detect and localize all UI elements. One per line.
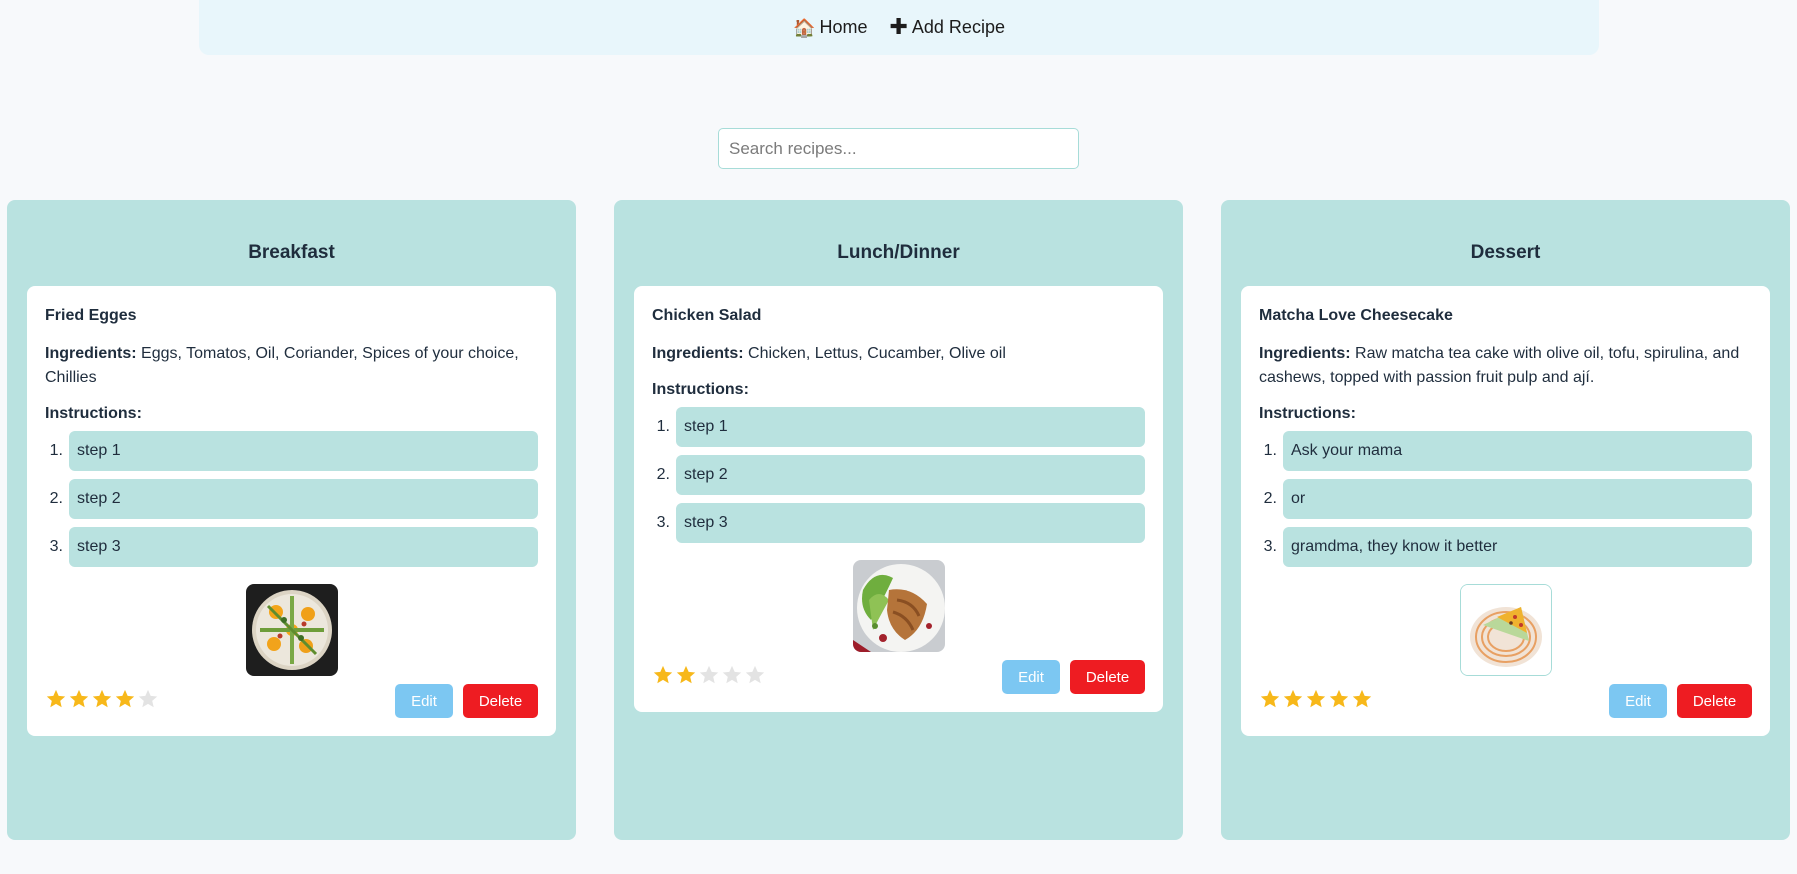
- star-filled-icon[interactable]: [675, 664, 697, 686]
- star-filled-icon[interactable]: [1328, 688, 1350, 710]
- top-navbar: 🏠 Home ✚ Add Recipe: [199, 0, 1599, 55]
- edit-button[interactable]: Edit: [1609, 684, 1667, 718]
- category-column-dessert: Dessert Matcha Love Cheesecake Ingredien…: [1221, 200, 1790, 840]
- category-column-breakfast: Breakfast Fried Egges Ingredients: Eggs,…: [7, 200, 576, 840]
- star-empty-icon[interactable]: [137, 688, 159, 710]
- step-number: 3.: [1263, 538, 1277, 555]
- step-number: 3.: [656, 514, 670, 531]
- ingredients-label: Ingredients:: [652, 345, 744, 362]
- instruction-step: 2. step 2: [45, 479, 538, 519]
- star-filled-icon[interactable]: [1259, 688, 1281, 710]
- star-filled-icon[interactable]: [91, 688, 113, 710]
- ingredients: Ingredients: Eggs, Tomatos, Oil, Coriand…: [45, 342, 538, 390]
- instruction-step: 3. gramdma, they know it better: [1259, 527, 1752, 567]
- step-number: 2.: [49, 490, 63, 507]
- step-text: step 1: [676, 407, 1145, 447]
- instructions-list: 1. step 1 2. step 2 3. step 3: [652, 407, 1145, 543]
- step-text: step 2: [676, 455, 1145, 495]
- plus-icon: ✚: [889, 13, 908, 39]
- recipe-name: Chicken Salad: [652, 307, 762, 324]
- nav-add-recipe-label: Add Recipe: [911, 17, 1005, 37]
- recipe-photo-chicken-salad: [852, 560, 945, 652]
- delete-button[interactable]: Delete: [463, 684, 538, 718]
- recipe-photo-fried-eggs: [245, 584, 338, 676]
- star-filled-icon[interactable]: [114, 688, 136, 710]
- search-input[interactable]: [718, 128, 1079, 169]
- step-text: or: [1283, 479, 1752, 519]
- instruction-step: 1. Ask your mama: [1259, 431, 1752, 471]
- ingredients: Ingredients: Chicken, Lettus, Cucamber, …: [652, 342, 1145, 366]
- instruction-step: 2. step 2: [652, 455, 1145, 495]
- star-filled-icon[interactable]: [652, 664, 674, 686]
- column-title: Dessert: [1470, 242, 1541, 263]
- step-number: 1.: [1263, 442, 1277, 459]
- category-column-lunch-dinner: Lunch/Dinner Chicken Salad Ingredients: …: [614, 200, 1183, 840]
- recipe-card: Matcha Love Cheesecake Ingredients: Raw …: [1241, 286, 1770, 736]
- star-filled-icon[interactable]: [45, 688, 67, 710]
- instructions-label: Instructions:: [652, 381, 749, 398]
- delete-button[interactable]: Delete: [1677, 684, 1752, 718]
- step-text: Ask your mama: [1283, 431, 1752, 471]
- recipe-card: Fried Egges Ingredients: Eggs, Tomatos, …: [27, 286, 556, 736]
- ingredients-text: Chicken, Lettus, Cucamber, Olive oil: [748, 345, 1006, 362]
- nav-add-recipe-link[interactable]: ✚ Add Recipe: [889, 13, 1005, 39]
- step-text: gramdma, they know it better: [1283, 527, 1752, 567]
- star-rating[interactable]: [652, 664, 766, 686]
- recipe-photo-cheesecake: [1459, 584, 1552, 676]
- edit-button[interactable]: Edit: [1002, 660, 1060, 694]
- step-text: step 3: [676, 503, 1145, 543]
- edit-button[interactable]: Edit: [395, 684, 453, 718]
- column-title: Breakfast: [248, 242, 335, 263]
- column-title: Lunch/Dinner: [837, 242, 960, 263]
- recipe-card: Chicken Salad Ingredients: Chicken, Lett…: [634, 286, 1163, 712]
- step-number: 1.: [49, 442, 63, 459]
- step-text: step 2: [69, 479, 538, 519]
- step-text: step 1: [69, 431, 538, 471]
- star-empty-icon[interactable]: [721, 664, 743, 686]
- delete-button[interactable]: Delete: [1070, 660, 1145, 694]
- recipe-name: Fried Egges: [45, 307, 137, 324]
- step-number: 1.: [656, 418, 670, 435]
- step-number: 3.: [49, 538, 63, 555]
- step-text: step 3: [69, 527, 538, 567]
- instruction-step: 2. or: [1259, 479, 1752, 519]
- recipe-name: Matcha Love Cheesecake: [1259, 307, 1453, 324]
- star-empty-icon[interactable]: [744, 664, 766, 686]
- star-rating[interactable]: [45, 688, 159, 710]
- instructions-label: Instructions:: [45, 405, 142, 422]
- instructions-label: Instructions:: [1259, 405, 1356, 422]
- nav-home-link[interactable]: 🏠 Home: [793, 17, 867, 38]
- instruction-step: 3. step 3: [652, 503, 1145, 543]
- star-filled-icon[interactable]: [1282, 688, 1304, 710]
- nav-home-label: Home: [819, 17, 868, 37]
- instructions-list: 1. Ask your mama 2. or 3. gramdma, they kno…: [1259, 431, 1752, 567]
- star-filled-icon[interactable]: [1305, 688, 1327, 710]
- star-filled-icon[interactable]: [68, 688, 90, 710]
- star-rating[interactable]: [1259, 688, 1373, 710]
- instruction-step: 1. step 1: [45, 431, 538, 471]
- instruction-step: 1. step 1: [652, 407, 1145, 447]
- ingredients-label: Ingredients:: [45, 345, 137, 362]
- instructions-list: 1. step 1 2. step 2 3. step 3: [45, 431, 538, 567]
- step-number: 2.: [656, 466, 670, 483]
- star-filled-icon[interactable]: [1351, 688, 1373, 710]
- ingredients: Ingredients: Raw matcha tea cake with ol…: [1259, 342, 1752, 390]
- instruction-step: 3. step 3: [45, 527, 538, 567]
- house-icon: 🏠: [793, 17, 816, 38]
- ingredients-label: Ingredients:: [1259, 345, 1351, 362]
- star-empty-icon[interactable]: [698, 664, 720, 686]
- step-number: 2.: [1263, 490, 1277, 507]
